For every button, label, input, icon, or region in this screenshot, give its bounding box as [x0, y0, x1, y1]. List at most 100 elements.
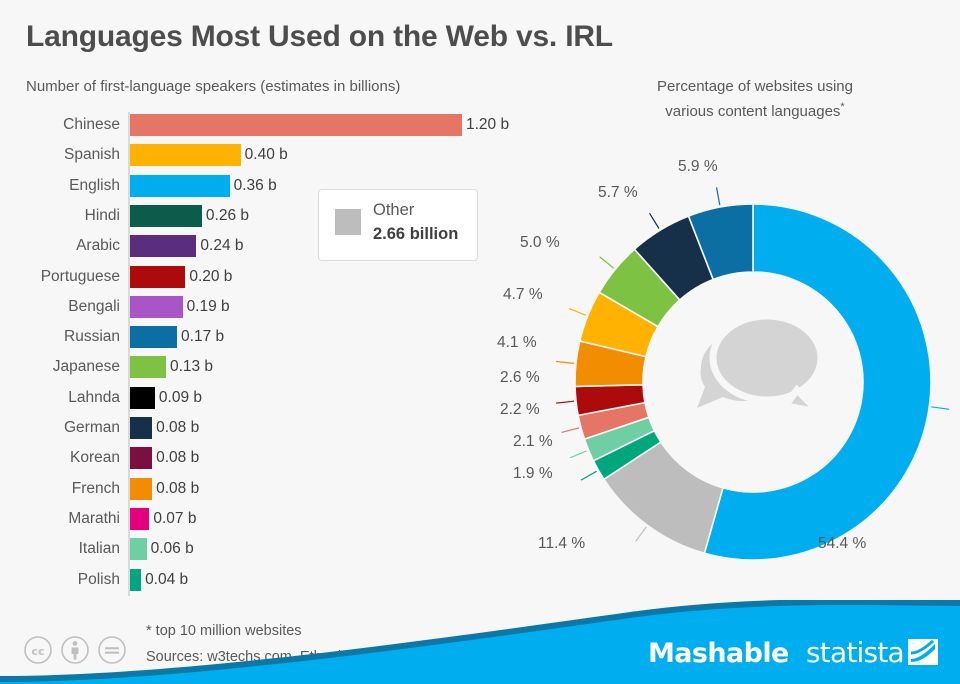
attribution-glyph: [71, 641, 79, 660]
bar-value-label: 0.24 b: [200, 237, 244, 255]
donut-percentage-label: 5.7 %: [598, 184, 638, 201]
bar-value-label: 0.07 b: [153, 509, 197, 527]
bar-category-label: German: [64, 419, 120, 436]
other-legend-box: Other 2.66 billion: [318, 189, 478, 261]
statista-mark-icon: [908, 639, 938, 665]
donut-percentage-label: 2.2 %: [500, 401, 540, 418]
cc-glyph: cc: [31, 645, 44, 658]
other-color-swatch: [335, 209, 361, 235]
bar-value-label: 0.36 b: [233, 176, 277, 194]
bar-segment: [130, 174, 230, 197]
asterisk-marker: *: [840, 101, 845, 113]
bar-value-label: 0.09 b: [158, 388, 202, 406]
donut-percentage-label: 1.9 %: [513, 465, 553, 482]
footnote-text: * top 10 million websites: [146, 623, 302, 639]
bar-segment: [130, 204, 202, 227]
bar-segment: [130, 507, 150, 530]
donut-leader-line: [556, 360, 575, 364]
bar-category-label: Korean: [70, 449, 120, 467]
bar-row: Polish 0.04 b: [0, 565, 540, 595]
bar-chart-subtitle: Number of first-language speakers (estim…: [26, 78, 401, 95]
bar-value-label: 0.06 b: [150, 540, 194, 558]
bar-value-label: 0.08 b: [156, 479, 200, 497]
other-legend-value: 2.66 billion: [373, 225, 459, 243]
bar-segment: [130, 356, 166, 379]
donut-leader-line: [635, 526, 647, 542]
bar-value-label: 0.19 b: [186, 297, 230, 315]
donut-leader-line: [649, 212, 660, 229]
bar-value-label: 0.13 b: [169, 358, 214, 376]
donut-leader-line: [599, 256, 614, 269]
bar-segment: [130, 568, 142, 591]
donut-leader-line: [715, 187, 721, 206]
donut-percentage-label: 2.1 %: [513, 433, 553, 450]
donut-leader-line: [561, 427, 580, 434]
bar-row: Japanese 0.13 b: [0, 352, 540, 382]
bar-row: German 0.08 b: [0, 413, 540, 443]
bar-category-label: Arabic: [76, 237, 120, 255]
bar-category-label: Lahnda: [68, 388, 120, 406]
bar-segment: [130, 265, 186, 288]
bar-category-label: Spanish: [63, 146, 120, 164]
bar-row: Marathi 0.07 b: [0, 504, 540, 534]
donut-percentage-label: 11.4 %: [538, 535, 586, 552]
bar-category-label: Italian: [78, 540, 120, 558]
bar-category-label: Russian: [64, 328, 120, 346]
donut-leader-line: [568, 307, 587, 316]
bar-category-label: Polish: [77, 570, 120, 588]
donut-leader-line: [569, 450, 587, 459]
bar-category-label: English: [69, 176, 120, 194]
bar-segment: [130, 235, 197, 258]
bar-segment: [130, 447, 153, 470]
donut-leader-line: [556, 400, 575, 404]
bar-value-label: 0.04 b: [145, 570, 189, 588]
bar-row: Russian 0.17 b: [0, 322, 540, 352]
bar-row: French 0.08 b: [0, 474, 540, 504]
bar-segment: [130, 477, 153, 500]
page-title: Languages Most Used on the Web vs. IRL: [26, 20, 613, 53]
bar-row: Italian 0.06 b: [0, 534, 540, 564]
donut-percentage-label: 5.9 %: [678, 158, 718, 175]
bar-value-label: 0.17 b: [181, 328, 225, 346]
bar-row: Spanish 0.40 b: [0, 140, 540, 170]
bar-segment: [130, 114, 462, 136]
statista-logo: statista: [806, 636, 905, 669]
bar-category-label: French: [71, 479, 120, 497]
donut-subtitle-line1: Percentage of websites using: [657, 78, 853, 95]
donut-chart-subtitle: Percentage of websites using various con…: [560, 76, 950, 122]
bar-row: Bengali 0.19 b: [0, 292, 540, 322]
bar-chart: Chinese 1.20 b Spanish 0.40 b English 0.36 b H…: [0, 110, 540, 600]
bar-value-label: 0.40 b: [244, 146, 288, 164]
bar-category-label: Marathi: [68, 509, 120, 527]
infographic-root: Languages Most Used on the Web vs. IRL N…: [0, 0, 960, 684]
bar-row: Korean 0.08 b: [0, 443, 540, 473]
creative-commons-icons: cc: [24, 636, 126, 664]
bar-category-label: Hindi: [84, 206, 120, 224]
bar-category-label: Bengali: [68, 297, 120, 315]
mashable-logo: Mashable: [648, 638, 789, 669]
bar-row: Portuguese 0.20 b: [0, 262, 540, 292]
bar-segment: [130, 295, 183, 318]
bar-segment: [130, 417, 153, 439]
other-legend-label: Other: [373, 201, 415, 219]
bar-row: Chinese 1.20 b: [0, 110, 540, 140]
donut-chart: 54.4 % 11.4 % 1.9 % 2.1 % 2.2 % 2.6 % 4.1 % 4.7…: [480, 140, 960, 610]
no-derivatives-glyph: [105, 647, 119, 654]
bar-category-label: Chinese: [63, 116, 120, 133]
donut-percentage-label: 2.6 %: [500, 369, 540, 386]
bar-value-label: 0.26 b: [205, 206, 250, 224]
donut-percentage-label: 5.0 %: [520, 234, 560, 251]
bar-value-label: 0.20 b: [189, 267, 233, 285]
donut-percentage-label: 54.4 %: [818, 535, 867, 552]
sources-text: Sources: w3techs.com, Ethnologue: [146, 649, 374, 665]
bar-category-label: Japanese: [52, 358, 120, 376]
donut-leader-line: [931, 406, 950, 410]
bar-segment: [130, 326, 178, 349]
speech-bubbles-icon: [697, 312, 830, 418]
donut-leader-line: [580, 470, 597, 481]
bar-value-label: 0.08 b: [156, 449, 200, 467]
donut-percentage-label: 4.7 %: [503, 286, 543, 303]
bar-value-label: 0.08 b: [156, 419, 200, 436]
bar-segment: [130, 386, 155, 409]
donut-subtitle-line2: various content languages: [665, 103, 841, 120]
